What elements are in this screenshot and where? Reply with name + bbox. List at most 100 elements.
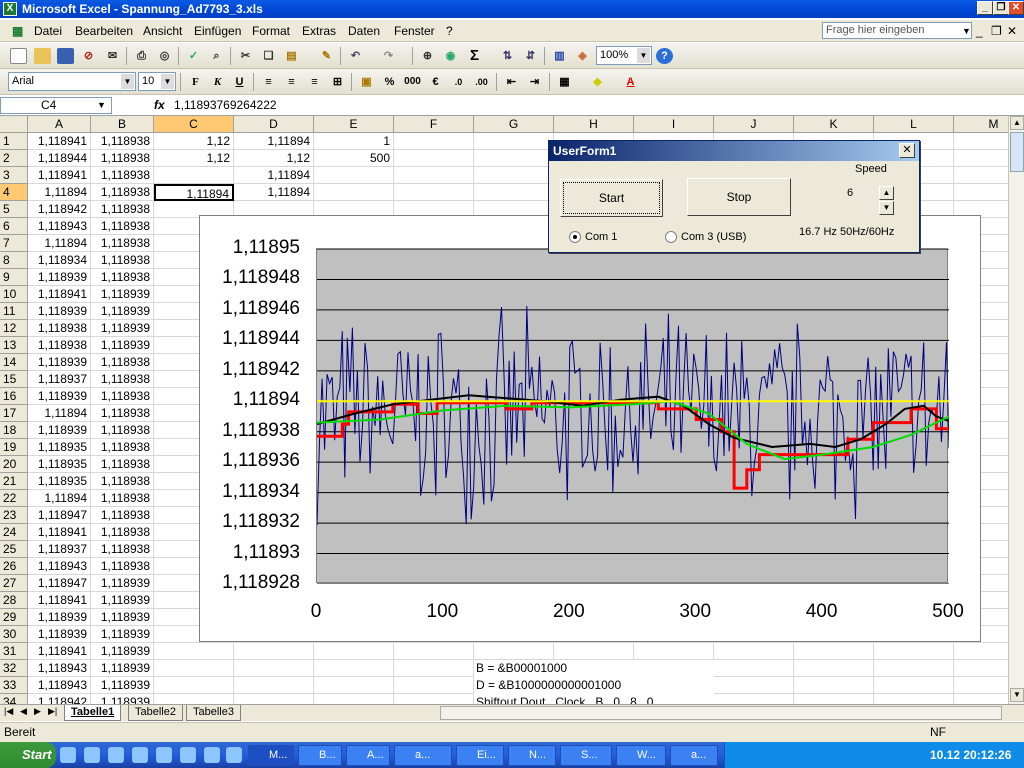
row-header[interactable]: 34 [0, 694, 28, 704]
row-header[interactable]: 32 [0, 660, 28, 677]
cell-empty[interactable] [154, 677, 234, 694]
scroll-up-icon[interactable]: ▲ [1010, 116, 1024, 130]
userform-dialog[interactable]: UserForm1 ✕ Start Stop Speed 6 ▲ ▼ Com 1… [548, 140, 920, 253]
radio-com1[interactable] [569, 231, 581, 243]
cell-b[interactable]: 1,118939 [91, 575, 154, 592]
percent-icon[interactable]: % [381, 74, 398, 90]
doc-restore-icon[interactable]: ❐ [991, 23, 1002, 39]
cell-e1[interactable]: 1 [314, 133, 394, 150]
cell-a[interactable]: 1,118944 [28, 150, 91, 167]
column-header-e[interactable]: E [314, 116, 394, 133]
horizontal-scrollbar[interactable] [440, 706, 1002, 720]
cell-a[interactable]: 1,118939 [28, 626, 91, 643]
cell-a[interactable]: 1,118935 [28, 456, 91, 473]
vertical-scrollbar[interactable]: ▲ ▼ [1008, 116, 1024, 704]
cell-b[interactable]: 1,118938 [91, 490, 154, 507]
cell-a[interactable]: 1,118935 [28, 439, 91, 456]
menu-fenster[interactable]: Fenster [394, 23, 435, 39]
row-header[interactable]: 3 [0, 167, 28, 184]
column-header-k[interactable]: K [794, 116, 874, 133]
speed-up-button[interactable]: ▲ [879, 186, 894, 200]
taskbar-item[interactable]: A... [346, 745, 390, 766]
cell-empty[interactable] [154, 167, 234, 184]
cell-b[interactable]: 1,118938 [91, 405, 154, 422]
cell-b[interactable]: 1,118939 [91, 694, 154, 704]
userform-close-button[interactable]: ✕ [899, 143, 915, 158]
column-header-c[interactable]: C [154, 116, 234, 133]
quicklaunch-icon[interactable] [204, 747, 220, 763]
cell-b[interactable]: 1,118938 [91, 252, 154, 269]
excel-icon[interactable]: X [3, 2, 17, 16]
drawing-icon[interactable]: ◈ [574, 48, 591, 64]
row-header[interactable]: 33 [0, 677, 28, 694]
cell-empty[interactable] [554, 643, 634, 660]
row-header[interactable]: 20 [0, 456, 28, 473]
cell-empty[interactable] [874, 660, 954, 677]
cell-empty[interactable] [634, 643, 714, 660]
increase-indent-icon[interactable]: ⇥ [526, 74, 543, 90]
cell-a[interactable]: 1,118941 [28, 286, 91, 303]
spellcheck-icon[interactable]: ✓ [185, 48, 202, 64]
cell-c2[interactable]: 1,12 [154, 150, 234, 167]
cell-empty[interactable] [954, 677, 1010, 694]
cell-b[interactable]: 1,118938 [91, 184, 154, 201]
speed-down-button[interactable]: ▼ [879, 201, 894, 215]
cell-empty[interactable] [154, 694, 234, 704]
cell-a[interactable]: 1,118939 [28, 422, 91, 439]
row-header[interactable]: 28 [0, 592, 28, 609]
cell-empty[interactable] [394, 184, 474, 201]
cell-d3[interactable]: 1,11894 [234, 167, 314, 184]
chevron-down-icon[interactable]: ▼ [97, 98, 106, 113]
print-icon[interactable]: ⎙ [133, 48, 150, 64]
row-header[interactable]: 30 [0, 626, 28, 643]
row-header[interactable]: 11 [0, 303, 28, 320]
underline-icon[interactable]: U [231, 74, 248, 90]
cell-empty[interactable] [794, 643, 874, 660]
quicklaunch-icon[interactable] [60, 747, 76, 763]
cell-empty[interactable] [234, 677, 314, 694]
cell-b[interactable]: 1,118938 [91, 541, 154, 558]
select-all-corner[interactable] [0, 116, 28, 133]
menu-format[interactable]: Format [252, 23, 290, 39]
cell-a[interactable]: 1,118941 [28, 592, 91, 609]
new-icon[interactable] [10, 48, 27, 64]
menu-bearbeiten[interactable]: Bearbeiten [75, 23, 133, 39]
cell-a[interactable]: 1,118941 [28, 133, 91, 150]
column-header-g[interactable]: G [474, 116, 554, 133]
fill-color-icon[interactable]: ◆ [589, 74, 606, 90]
maximize-button[interactable]: ❐ [993, 1, 1009, 15]
cell-empty[interactable] [474, 184, 554, 201]
cell-empty[interactable] [874, 677, 954, 694]
cell-b[interactable]: 1,118938 [91, 507, 154, 524]
cell-b[interactable]: 1,118938 [91, 371, 154, 388]
chevron-down-icon[interactable]: ▼ [161, 74, 174, 89]
cell-empty[interactable] [314, 694, 394, 704]
sort-descending-icon[interactable]: ⇵ [522, 48, 539, 64]
cell-a[interactable]: 1,11894 [28, 405, 91, 422]
quicklaunch-icon[interactable] [180, 747, 196, 763]
currency-icon[interactable]: ▣ [358, 74, 375, 90]
cell-a[interactable]: 1,118939 [28, 303, 91, 320]
cell-empty[interactable] [874, 694, 954, 704]
cell-empty[interactable] [954, 694, 1010, 704]
cell-empty[interactable] [314, 167, 394, 184]
cell-a[interactable]: 1,118942 [28, 201, 91, 218]
cell-b[interactable]: 1,118938 [91, 422, 154, 439]
stop-button[interactable]: Stop [687, 178, 791, 216]
cell-a[interactable]: 1,118939 [28, 609, 91, 626]
cell-empty[interactable] [314, 643, 394, 660]
cell-empty[interactable] [394, 643, 474, 660]
cell-b[interactable]: 1,118939 [91, 286, 154, 303]
cell-b[interactable]: 1,118939 [91, 303, 154, 320]
cell-a[interactable]: 1,118943 [28, 677, 91, 694]
cell-a[interactable]: 1,118941 [28, 167, 91, 184]
cell-empty[interactable] [394, 167, 474, 184]
row-header[interactable]: 9 [0, 269, 28, 286]
cell-empty[interactable] [154, 643, 234, 660]
cell-empty[interactable] [714, 660, 794, 677]
tab-tabelle1[interactable]: Tabelle1 [64, 705, 122, 721]
row-header[interactable]: 8 [0, 252, 28, 269]
minimize-button[interactable]: _ [977, 1, 993, 15]
cell-b[interactable]: 1,118938 [91, 388, 154, 405]
row-header[interactable]: 26 [0, 558, 28, 575]
